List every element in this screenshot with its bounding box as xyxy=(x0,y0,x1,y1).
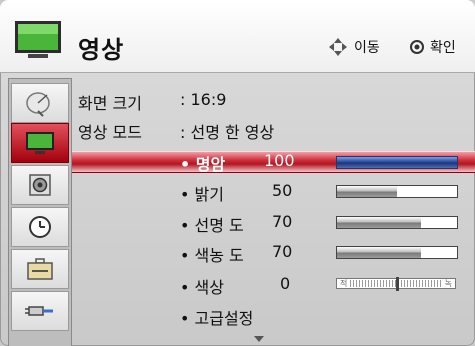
ok-hint: 확인 xyxy=(410,37,456,57)
sidebar-item-audio[interactable] xyxy=(11,165,69,205)
category-sidebar xyxy=(8,78,72,346)
color-label[interactable]: • 색농 도 xyxy=(180,242,244,266)
page-title: 영상 xyxy=(78,36,125,64)
color-slider-fill xyxy=(337,247,421,258)
sidebar-item-channel[interactable] xyxy=(11,83,69,123)
menu-header: 영상 이동 확인 xyxy=(0,0,475,73)
brightness-label[interactable]: • 밝기 xyxy=(180,181,224,205)
scroll-down-arrow-icon[interactable] xyxy=(254,336,264,342)
toolbox-icon xyxy=(27,258,53,280)
sidebar-item-time[interactable] xyxy=(11,207,69,247)
contrast-value: 100 xyxy=(264,151,295,170)
tv-monitor-icon xyxy=(15,21,61,58)
advanced-settings-item[interactable]: • 고급설정 xyxy=(180,305,253,329)
tv-settings-screen: 영상 이동 확인 화면 크기: 16:9 영상 모드: 선명 한 영상 • … xyxy=(0,0,475,346)
sidebar-item-picture[interactable] xyxy=(11,123,69,163)
contrast-slider-fill xyxy=(337,157,457,168)
tv-monitor-icon xyxy=(26,132,54,154)
satellite-dish-icon xyxy=(26,92,50,117)
tint-label[interactable]: • 색상 xyxy=(180,274,224,298)
contrast-label[interactable]: • 명암 xyxy=(180,151,225,175)
ok-button-icon xyxy=(410,40,424,54)
contrast-slider[interactable] xyxy=(336,156,458,169)
move-hint: 이동 xyxy=(328,37,380,57)
brightness-slider[interactable] xyxy=(336,185,458,198)
tint-scale xyxy=(350,277,442,291)
picture-mode-value[interactable]: : 선명 한 영상 xyxy=(180,119,274,143)
navigation-arrows-icon xyxy=(329,38,347,56)
screen-size-value[interactable]: : 16:9 xyxy=(180,90,226,109)
tint-red-label: 적 xyxy=(340,279,348,288)
tint-value: 0 xyxy=(280,274,291,293)
picture-mode-label: 영상 모드 xyxy=(78,123,142,142)
brightness-slider-fill xyxy=(337,186,397,197)
ok-hint-label: 확인 xyxy=(430,40,456,56)
screen-size-label: 화면 크기 xyxy=(78,94,142,113)
plug-connector-icon xyxy=(25,306,53,316)
sidebar-item-options[interactable] xyxy=(11,249,69,289)
move-hint-label: 이동 xyxy=(354,40,380,56)
clock-icon xyxy=(29,216,51,238)
speaker-icon xyxy=(29,174,51,196)
tint-slider-knob[interactable] xyxy=(396,277,399,291)
brightness-value: 50 xyxy=(272,181,293,200)
sharpness-slider-fill xyxy=(337,217,421,228)
sidebar-item-input[interactable] xyxy=(11,291,69,331)
sharpness-label[interactable]: • 선명 도 xyxy=(180,212,244,236)
picture-settings-panel: 화면 크기 : 16:9 영상 모드 : 선명 한 영상 • 명암 100 • … xyxy=(72,78,475,346)
sharpness-value: 70 xyxy=(272,212,293,231)
color-value: 70 xyxy=(272,242,293,261)
tint-slider[interactable]: 적 녹 xyxy=(336,277,456,291)
tint-green-label: 녹 xyxy=(444,279,452,288)
color-slider[interactable] xyxy=(336,246,458,259)
sharpness-slider[interactable] xyxy=(336,216,458,229)
